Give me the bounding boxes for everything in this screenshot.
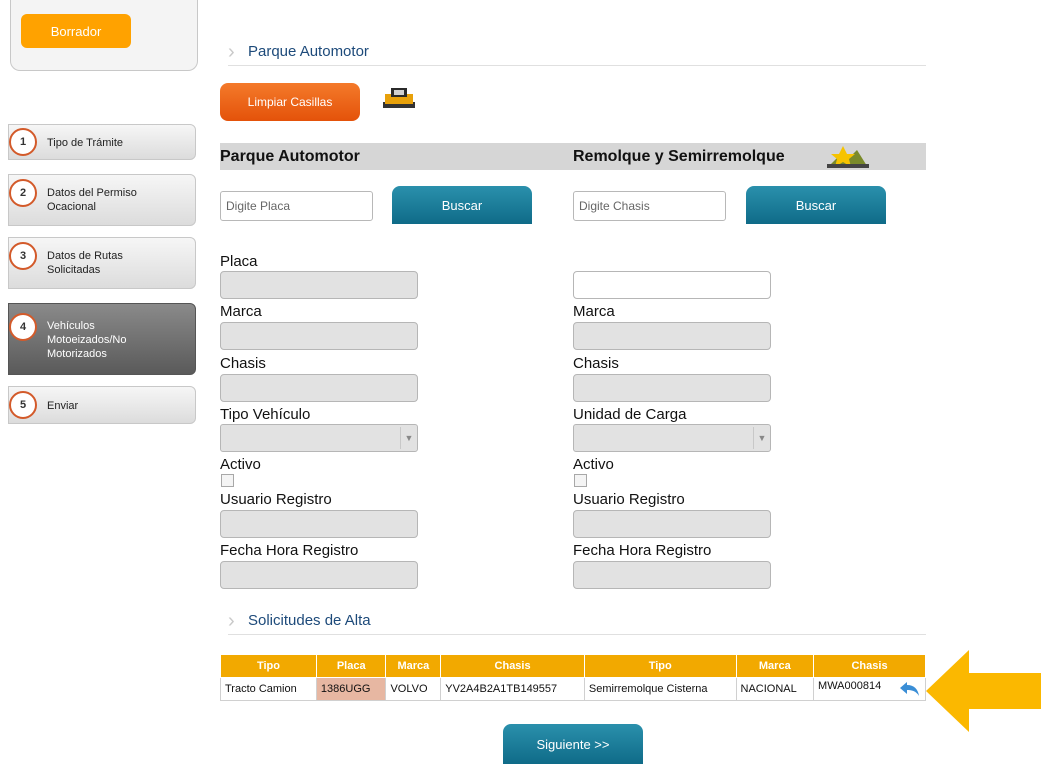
column-header: Marca bbox=[385, 654, 442, 678]
step-label: Datos del Permiso Ocacional bbox=[47, 187, 137, 213]
remolque-usuario-field[interactable] bbox=[573, 510, 771, 538]
clear-fields-button[interactable]: Limpiar Casillas bbox=[220, 83, 360, 121]
chassis-search-input[interactable]: Digite Chasis bbox=[573, 191, 726, 221]
step-datos-rutas[interactable]: 3 Datos de Rutas Solicitadas bbox=[8, 237, 196, 289]
search-plate-button[interactable]: Buscar bbox=[392, 186, 532, 224]
right-heading: Remolque y Semirremolque bbox=[573, 148, 785, 165]
chevron-down-icon: ▼ bbox=[753, 427, 770, 449]
step-number: 4 bbox=[9, 313, 37, 341]
callout-arrow-icon bbox=[926, 650, 1041, 732]
cell-tipo-remolque: Semirremolque Cisterna bbox=[583, 677, 737, 701]
unidad-carga-select[interactable]: ▼ bbox=[573, 424, 771, 452]
fecha-registro-label: Fecha Hora Registro bbox=[573, 542, 712, 559]
cell-marca-remolque: NACIONAL bbox=[735, 677, 815, 701]
cell-marca: VOLVO bbox=[385, 677, 442, 701]
left-heading: Parque Automotor bbox=[220, 148, 360, 165]
table-header-row: Tipo Placa Marca Chasis Tipo Marca Chasi… bbox=[220, 654, 926, 678]
status-panel: Borrador bbox=[10, 0, 198, 71]
cell-chasis-remolque: MWA000814 bbox=[818, 680, 882, 692]
remolque-chasis-field[interactable] bbox=[573, 374, 771, 402]
step-label: Datos de Rutas Solicitadas bbox=[47, 250, 123, 276]
divider bbox=[228, 65, 926, 66]
column-header: Chasis bbox=[813, 654, 926, 678]
usuario-registro-field[interactable] bbox=[220, 510, 418, 538]
step-label: Vehículos Motoeizados/No Motorizados bbox=[47, 320, 127, 360]
cell-chasis: YV2A4B2A1TB149557 bbox=[440, 677, 585, 701]
column-header: Placa bbox=[315, 654, 387, 678]
section-title: Solicitudes de Alta bbox=[248, 612, 371, 629]
search-chassis-button[interactable]: Buscar bbox=[746, 186, 886, 224]
unidad-carga-label: Unidad de Carga bbox=[573, 406, 687, 423]
chevron-right-icon: › bbox=[228, 41, 235, 63]
chasis-label: Chasis bbox=[220, 355, 266, 372]
activo-label: Activo bbox=[573, 456, 614, 473]
chasis-field[interactable] bbox=[220, 374, 418, 402]
table-row[interactable]: Tracto Camion 1386UGG VOLVO YV2A4B2A1TB1… bbox=[220, 677, 926, 701]
remolque-activo-checkbox[interactable] bbox=[574, 474, 587, 487]
column-header: Tipo bbox=[583, 654, 737, 678]
step-tipo-tramite[interactable]: 1 Tipo de Trámite bbox=[8, 124, 196, 160]
tipo-vehiculo-select[interactable]: ▼ bbox=[220, 424, 418, 452]
step-number: 5 bbox=[9, 391, 37, 419]
plate-search-input[interactable]: Digite Placa bbox=[220, 191, 373, 221]
step-number: 3 bbox=[9, 242, 37, 270]
divider bbox=[228, 634, 926, 635]
remolque-top-field[interactable] bbox=[573, 271, 771, 299]
activo-checkbox[interactable] bbox=[221, 474, 234, 487]
placa-field[interactable] bbox=[220, 271, 418, 299]
chevron-down-icon: ▼ bbox=[400, 427, 417, 449]
chevron-right-icon: › bbox=[228, 610, 235, 632]
form-headings-band: Parque Automotor Remolque y Semirremolqu… bbox=[220, 143, 926, 170]
fecha-registro-field[interactable] bbox=[220, 561, 418, 589]
cell-placa: 1386UGG bbox=[315, 677, 387, 701]
trailer-icon bbox=[827, 146, 869, 168]
step-number: 1 bbox=[9, 128, 37, 156]
save-icon[interactable] bbox=[383, 88, 415, 108]
undo-icon[interactable] bbox=[899, 680, 921, 698]
usuario-registro-label: Usuario Registro bbox=[220, 491, 332, 508]
step-datos-permiso[interactable]: 2 Datos del Permiso Ocacional bbox=[8, 174, 196, 226]
cell-tipo: Tracto Camion bbox=[220, 677, 317, 701]
remolque-fecha-field[interactable] bbox=[573, 561, 771, 589]
activo-label: Activo bbox=[220, 456, 261, 473]
next-button[interactable]: Siguiente >> bbox=[503, 724, 643, 764]
tipo-vehiculo-label: Tipo Vehículo bbox=[220, 406, 311, 423]
section-title: Parque Automotor bbox=[248, 43, 369, 60]
column-header: Chasis bbox=[440, 654, 585, 678]
cell-chasis-remolque-wrap: MWA000814 bbox=[813, 677, 926, 701]
step-label: Enviar bbox=[47, 400, 79, 412]
marca-label: Marca bbox=[220, 303, 262, 320]
step-number: 2 bbox=[9, 179, 37, 207]
fecha-registro-label: Fecha Hora Registro bbox=[220, 542, 359, 559]
requests-table: Tipo Placa Marca Chasis Tipo Marca Chasi… bbox=[220, 654, 926, 701]
column-header: Tipo bbox=[220, 654, 317, 678]
step-label: Tipo de Trámite bbox=[47, 137, 124, 149]
status-badge: Borrador bbox=[21, 14, 131, 48]
marca-field[interactable] bbox=[220, 322, 418, 350]
chasis-label: Chasis bbox=[573, 355, 619, 372]
column-header: Marca bbox=[735, 654, 815, 678]
usuario-registro-label: Usuario Registro bbox=[573, 491, 685, 508]
step-vehiculos[interactable]: 4 Vehículos Motoeizados/No Motorizados bbox=[8, 303, 196, 375]
step-enviar[interactable]: 5 Enviar bbox=[8, 386, 196, 424]
placa-label: Placa bbox=[220, 253, 258, 270]
marca-label: Marca bbox=[573, 303, 615, 320]
remolque-marca-field[interactable] bbox=[573, 322, 771, 350]
